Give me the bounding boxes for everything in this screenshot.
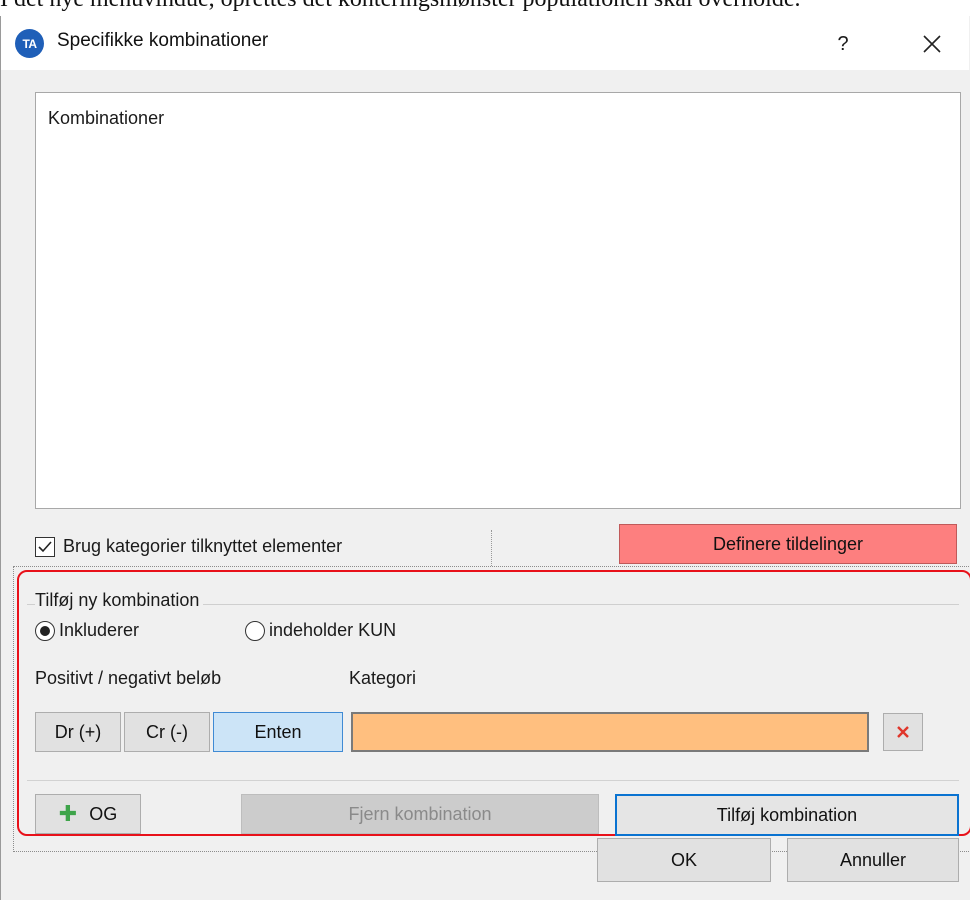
- ok-button[interactable]: OK: [597, 838, 771, 882]
- amount-label: Positivt / negativt beløb: [35, 668, 222, 688]
- either-button[interactable]: Enten: [213, 712, 343, 752]
- credit-button[interactable]: Cr (-): [124, 712, 210, 752]
- category-input[interactable]: [351, 712, 869, 752]
- list-header: Kombinationer: [48, 108, 165, 128]
- define-assignments-button[interactable]: Definere tildelinger: [619, 524, 957, 564]
- window-title: Specifikke kombinationer: [57, 30, 269, 51]
- radio-only-label: indeholder KUN: [269, 620, 397, 640]
- radio-selected-dot: [40, 625, 50, 636]
- and-button[interactable]: ✚ OG: [35, 794, 141, 834]
- app-logo-icon: TA: [15, 29, 44, 58]
- separator: [27, 780, 959, 781]
- new-combination-group-label: Tilføj ny kombination: [35, 590, 204, 611]
- clear-category-button[interactable]: [883, 713, 923, 751]
- radio-include-control[interactable]: [35, 620, 55, 641]
- close-icon: [923, 35, 941, 53]
- debit-button[interactable]: Dr (+): [35, 712, 121, 752]
- help-button[interactable]: ?: [823, 24, 863, 64]
- and-button-label: OG: [89, 803, 118, 824]
- cancel-button[interactable]: Annuller: [787, 838, 959, 882]
- close-button[interactable]: [911, 24, 953, 64]
- radio-include[interactable]: Inkluderer: [35, 620, 139, 641]
- radio-only-control[interactable]: [245, 620, 265, 641]
- add-combination-button[interactable]: Tilføj kombination: [615, 794, 959, 836]
- plus-icon: ✚: [58, 801, 78, 826]
- checkmark-icon: [38, 540, 52, 552]
- separator: [491, 530, 492, 566]
- combinations-list[interactable]: Kombinationer: [35, 92, 961, 509]
- title-bar: TA Specifikke kombinationer ?: [1, 16, 969, 70]
- radio-include-label: Inkluderer: [59, 620, 140, 640]
- use-categories-checkbox[interactable]: [35, 536, 55, 557]
- dialog-window: TA Specifikke kombinationer ? Kombinatio…: [0, 16, 970, 900]
- remove-combination-button[interactable]: Fjern kombination: [241, 794, 599, 834]
- radio-only[interactable]: indeholder KUN: [245, 620, 396, 641]
- caption-text: I det nye menuvindue, oprettes det konte…: [0, 0, 970, 16]
- category-label: Kategori: [349, 668, 417, 688]
- delete-x-icon: [897, 726, 909, 738]
- use-categories-checkbox-row[interactable]: Brug kategorier tilknyttet elementer: [35, 536, 342, 557]
- use-categories-label: Brug kategorier tilknyttet elementer: [63, 536, 343, 556]
